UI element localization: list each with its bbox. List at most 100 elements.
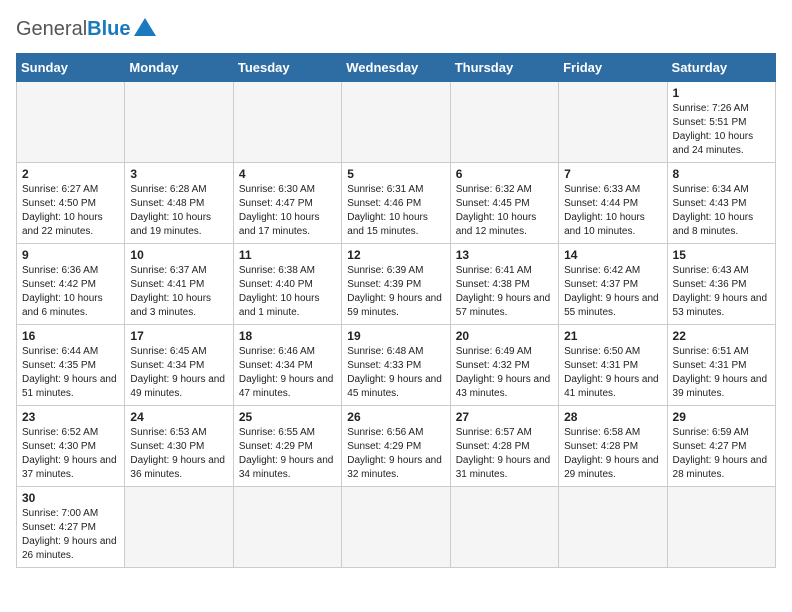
logo-area: General Blue bbox=[16, 16, 156, 43]
calendar-cell bbox=[342, 82, 450, 163]
logo: General Blue bbox=[16, 16, 156, 43]
calendar-cell bbox=[450, 487, 558, 568]
day-info: Sunrise: 6:53 AM Sunset: 4:30 PM Dayligh… bbox=[130, 426, 227, 482]
day-info: Sunrise: 6:37 AM Sunset: 4:41 PM Dayligh… bbox=[130, 264, 227, 320]
day-number: 23 bbox=[22, 410, 119, 424]
day-number: 13 bbox=[456, 248, 553, 262]
calendar-cell: 12 Sunrise: 6:39 AM Sunset: 4:39 PM Dayli… bbox=[342, 244, 450, 325]
day-info: Sunrise: 6:39 AM Sunset: 4:39 PM Dayligh… bbox=[347, 264, 444, 320]
day-info: Sunrise: 6:44 AM Sunset: 4:35 PM Dayligh… bbox=[22, 345, 119, 401]
calendar-cell: 3 Sunrise: 6:28 AM Sunset: 4:48 PM Daylig… bbox=[125, 163, 233, 244]
calendar-cell: 22Sunrise: 6:51 AM Sunset: 4:31 PM Dayli… bbox=[667, 325, 775, 406]
day-number: 27 bbox=[456, 410, 553, 424]
day-info: Sunrise: 6:36 AM Sunset: 4:42 PM Dayligh… bbox=[22, 264, 119, 320]
day-number: 10 bbox=[130, 248, 227, 262]
calendar-cell bbox=[559, 487, 667, 568]
weekday-header-wednesday: Wednesday bbox=[342, 54, 450, 82]
weekday-header-thursday: Thursday bbox=[450, 54, 558, 82]
day-number: 19 bbox=[347, 329, 444, 343]
day-number: 12 bbox=[347, 248, 444, 262]
day-number: 14 bbox=[564, 248, 661, 262]
day-info: Sunrise: 6:42 AM Sunset: 4:37 PM Dayligh… bbox=[564, 264, 661, 320]
calendar-week-row: 30 Sunrise: 7:00 AM Sunset: 4:27 PM Dayli… bbox=[17, 487, 776, 568]
calendar-cell bbox=[125, 82, 233, 163]
calendar-cell: 11 Sunrise: 6:38 AM Sunset: 4:40 PM Dayli… bbox=[233, 244, 341, 325]
weekday-header-row: SundayMondayTuesdayWednesdayThursdayFrid… bbox=[17, 54, 776, 82]
calendar-week-row: 16Sunrise: 6:44 AM Sunset: 4:35 PM Dayli… bbox=[17, 325, 776, 406]
calendar-cell: 10 Sunrise: 6:37 AM Sunset: 4:41 PM Dayli… bbox=[125, 244, 233, 325]
day-number: 30 bbox=[22, 491, 119, 505]
calendar-cell: 6Sunrise: 6:32 AM Sunset: 4:45 PM Daylig… bbox=[450, 163, 558, 244]
calendar-cell bbox=[667, 487, 775, 568]
day-info: Sunrise: 6:27 AM Sunset: 4:50 PM Dayligh… bbox=[22, 183, 119, 239]
day-info: Sunrise: 6:33 AM Sunset: 4:44 PM Dayligh… bbox=[564, 183, 661, 239]
day-info: Sunrise: 6:51 AM Sunset: 4:31 PM Dayligh… bbox=[673, 345, 770, 401]
calendar-cell bbox=[559, 82, 667, 163]
calendar-week-row: 1 Sunrise: 7:26 AM Sunset: 5:51 PM Daylig… bbox=[17, 82, 776, 163]
header: General Blue bbox=[16, 16, 776, 43]
calendar-cell: 18Sunrise: 6:46 AM Sunset: 4:34 PM Dayli… bbox=[233, 325, 341, 406]
day-number: 6 bbox=[456, 167, 553, 181]
day-number: 18 bbox=[239, 329, 336, 343]
calendar-cell bbox=[125, 487, 233, 568]
calendar-cell: 25Sunrise: 6:55 AM Sunset: 4:29 PM Dayli… bbox=[233, 406, 341, 487]
day-info: Sunrise: 6:45 AM Sunset: 4:34 PM Dayligh… bbox=[130, 345, 227, 401]
weekday-header-sunday: Sunday bbox=[17, 54, 125, 82]
day-number: 8 bbox=[673, 167, 770, 181]
calendar-table: SundayMondayTuesdayWednesdayThursdayFrid… bbox=[16, 53, 776, 568]
calendar-cell: 23 Sunrise: 6:52 AM Sunset: 4:30 PM Dayli… bbox=[17, 406, 125, 487]
day-info: Sunrise: 6:28 AM Sunset: 4:48 PM Dayligh… bbox=[130, 183, 227, 239]
day-info: Sunrise: 6:57 AM Sunset: 4:28 PM Dayligh… bbox=[456, 426, 553, 482]
calendar-cell bbox=[450, 82, 558, 163]
calendar-cell: 14 Sunrise: 6:42 AM Sunset: 4:37 PM Dayli… bbox=[559, 244, 667, 325]
calendar-cell: 16Sunrise: 6:44 AM Sunset: 4:35 PM Dayli… bbox=[17, 325, 125, 406]
day-info: Sunrise: 6:41 AM Sunset: 4:38 PM Dayligh… bbox=[456, 264, 553, 320]
calendar-week-row: 23 Sunrise: 6:52 AM Sunset: 4:30 PM Dayli… bbox=[17, 406, 776, 487]
calendar-cell: 13 Sunrise: 6:41 AM Sunset: 4:38 PM Dayli… bbox=[450, 244, 558, 325]
day-number: 3 bbox=[130, 167, 227, 181]
weekday-header-monday: Monday bbox=[125, 54, 233, 82]
calendar-week-row: 2Sunrise: 6:27 AM Sunset: 4:50 PM Daylig… bbox=[17, 163, 776, 244]
day-number: 26 bbox=[347, 410, 444, 424]
day-number: 11 bbox=[239, 248, 336, 262]
calendar-cell bbox=[233, 487, 341, 568]
calendar-cell: 4Sunrise: 6:30 AM Sunset: 4:47 PM Daylig… bbox=[233, 163, 341, 244]
day-number: 17 bbox=[130, 329, 227, 343]
day-info: Sunrise: 6:43 AM Sunset: 4:36 PM Dayligh… bbox=[673, 264, 770, 320]
logo-blue-text: Blue bbox=[87, 18, 130, 41]
day-number: 7 bbox=[564, 167, 661, 181]
day-info: Sunrise: 7:26 AM Sunset: 5:51 PM Dayligh… bbox=[673, 102, 770, 158]
day-info: Sunrise: 6:59 AM Sunset: 4:27 PM Dayligh… bbox=[673, 426, 770, 482]
day-number: 15 bbox=[673, 248, 770, 262]
calendar-cell bbox=[17, 82, 125, 163]
day-info: Sunrise: 6:50 AM Sunset: 4:31 PM Dayligh… bbox=[564, 345, 661, 401]
day-info: Sunrise: 6:38 AM Sunset: 4:40 PM Dayligh… bbox=[239, 264, 336, 320]
calendar-cell: 8 Sunrise: 6:34 AM Sunset: 4:43 PM Daylig… bbox=[667, 163, 775, 244]
day-info: Sunrise: 6:48 AM Sunset: 4:33 PM Dayligh… bbox=[347, 345, 444, 401]
calendar-cell: 28Sunrise: 6:58 AM Sunset: 4:28 PM Dayli… bbox=[559, 406, 667, 487]
calendar-cell: 9 Sunrise: 6:36 AM Sunset: 4:42 PM Daylig… bbox=[17, 244, 125, 325]
day-info: Sunrise: 6:52 AM Sunset: 4:30 PM Dayligh… bbox=[22, 426, 119, 482]
day-number: 1 bbox=[673, 86, 770, 100]
calendar-cell: 2Sunrise: 6:27 AM Sunset: 4:50 PM Daylig… bbox=[17, 163, 125, 244]
calendar-cell: 1 Sunrise: 7:26 AM Sunset: 5:51 PM Daylig… bbox=[667, 82, 775, 163]
day-number: 29 bbox=[673, 410, 770, 424]
calendar-cell: 15 Sunrise: 6:43 AM Sunset: 4:36 PM Dayli… bbox=[667, 244, 775, 325]
calendar-cell bbox=[342, 487, 450, 568]
day-number: 21 bbox=[564, 329, 661, 343]
day-info: Sunrise: 7:00 AM Sunset: 4:27 PM Dayligh… bbox=[22, 507, 119, 563]
day-info: Sunrise: 6:34 AM Sunset: 4:43 PM Dayligh… bbox=[673, 183, 770, 239]
day-number: 9 bbox=[22, 248, 119, 262]
calendar-cell: 5Sunrise: 6:31 AM Sunset: 4:46 PM Daylig… bbox=[342, 163, 450, 244]
calendar-cell: 19 Sunrise: 6:48 AM Sunset: 4:33 PM Dayli… bbox=[342, 325, 450, 406]
weekday-header-tuesday: Tuesday bbox=[233, 54, 341, 82]
calendar-week-row: 9 Sunrise: 6:36 AM Sunset: 4:42 PM Daylig… bbox=[17, 244, 776, 325]
day-number: 28 bbox=[564, 410, 661, 424]
logo-general-text: General bbox=[16, 18, 87, 41]
calendar-cell: 26 Sunrise: 6:56 AM Sunset: 4:29 PM Dayli… bbox=[342, 406, 450, 487]
weekday-header-saturday: Saturday bbox=[667, 54, 775, 82]
day-number: 24 bbox=[130, 410, 227, 424]
calendar-cell: 27 Sunrise: 6:57 AM Sunset: 4:28 PM Dayli… bbox=[450, 406, 558, 487]
day-info: Sunrise: 6:56 AM Sunset: 4:29 PM Dayligh… bbox=[347, 426, 444, 482]
calendar-cell: 17 Sunrise: 6:45 AM Sunset: 4:34 PM Dayli… bbox=[125, 325, 233, 406]
